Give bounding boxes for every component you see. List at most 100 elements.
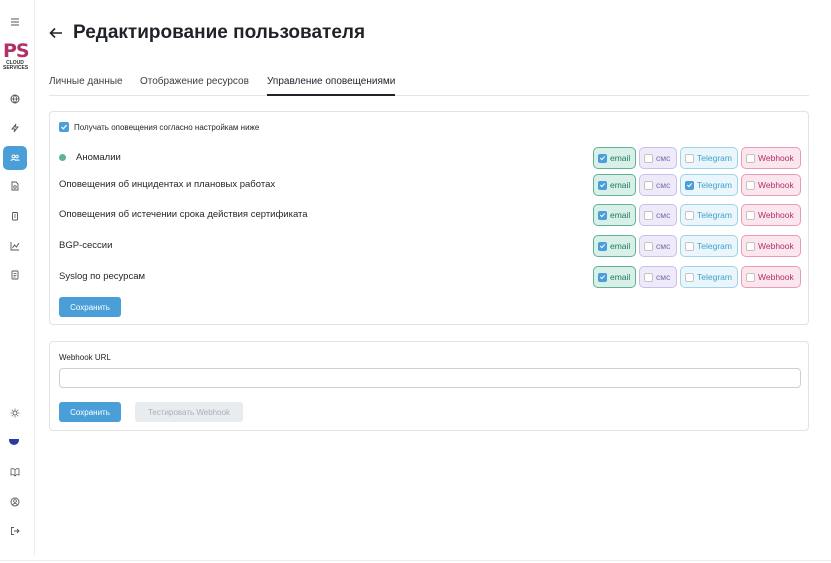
document-search-icon[interactable] [0,174,29,198]
book-icon[interactable] [0,460,29,484]
channel-email-label: email [610,210,631,220]
tab-bar: Личные данные Отображение ресурсов Управ… [49,75,809,96]
tab-notification-management[interactable]: Управление оповещениями [267,75,396,96]
channel-email-checkbox[interactable] [598,272,607,282]
channel-sms-checkbox[interactable] [644,241,653,251]
channel-chips: email смс Telegram Webhook [593,266,801,288]
channel-email-toggle[interactable]: email [593,235,636,257]
webhook-card: Webhook URL Сохранить Тестировать Webhoo… [49,341,809,431]
divider [0,560,831,561]
channel-telegram-checkbox[interactable] [685,241,694,251]
channel-sms-checkbox[interactable] [644,210,653,220]
channel-email-toggle[interactable]: email [593,174,636,196]
channel-webhook-toggle[interactable]: Webhook [741,147,801,169]
channel-email-label: email [610,241,631,251]
tab-resource-display[interactable]: Отображение ресурсов [140,75,249,96]
save-notifications-button[interactable]: Сохранить [59,297,121,317]
channel-telegram-checkbox[interactable] [685,272,694,282]
channel-telegram-toggle[interactable]: Telegram [680,147,738,169]
notification-row-label: Аномалии [76,152,121,163]
channel-webhook-toggle[interactable]: Webhook [741,235,801,257]
channel-chips: email смс Telegram Webhook [593,235,801,257]
channel-email-checkbox[interactable] [598,180,607,190]
users-icon[interactable] [3,146,27,170]
channel-telegram-label: Telegram [697,272,732,282]
channel-sms-checkbox[interactable] [644,272,653,282]
channel-webhook-toggle[interactable]: Webhook [741,266,801,288]
channel-telegram-label: Telegram [697,210,732,220]
channel-chips: email смс Telegram Webhook [593,147,801,169]
notification-row-label: Оповещения об инцидентах и плановых рабо… [59,179,276,190]
channel-chips: email смс Telegram Webhook [593,174,801,196]
channel-email-toggle[interactable]: email [593,204,636,226]
sun-icon[interactable] [0,401,29,425]
channel-telegram-checkbox[interactable] [685,153,694,163]
channel-sms-toggle[interactable]: смс [639,204,677,226]
channel-email-checkbox[interactable] [598,241,607,251]
channel-telegram-toggle[interactable]: Telegram [680,174,738,196]
channel-email-label: email [610,272,631,282]
channel-telegram-toggle[interactable]: Telegram [680,235,738,257]
channel-webhook-checkbox[interactable] [746,153,755,163]
channel-sms-label: смс [656,210,671,220]
channel-webhook-toggle[interactable]: Webhook [741,174,801,196]
brand-logo[interactable]: PS CLOUD SERVICES [3,42,30,71]
channel-telegram-label: Telegram [697,180,732,190]
channel-telegram-checkbox[interactable] [685,210,694,220]
channel-webhook-checkbox[interactable] [746,180,755,190]
channel-telegram-label: Telegram [697,241,732,251]
channel-sms-checkbox[interactable] [644,153,653,163]
channel-telegram-label: Telegram [697,153,732,163]
channel-email-checkbox[interactable] [598,210,607,220]
test-webhook-button[interactable]: Тестировать Webhook [135,402,243,422]
notification-row: Syslog по ресурсам email смс Telegram Webhoo… [59,266,801,288]
channel-webhook-label: Webhook [758,272,794,282]
notification-row-label: BGP-сессии [59,240,113,251]
channel-webhook-toggle[interactable]: Webhook [741,204,801,226]
channel-email-label: email [610,180,631,190]
channel-webhook-label: Webhook [758,153,794,163]
channel-email-checkbox[interactable] [598,153,607,163]
webhook-url-input[interactable] [59,368,801,388]
channel-chips: email смс Telegram Webhook [593,204,801,226]
back-arrow-icon[interactable] [48,25,64,41]
notification-row: Аномалии email смс Telegram Webhook [59,147,801,169]
chart-icon[interactable] [0,234,29,258]
channel-email-toggle[interactable]: email [593,147,636,169]
channel-telegram-toggle[interactable]: Telegram [680,204,738,226]
notification-row: Оповещения об истечении срока действия с… [59,204,801,226]
channel-telegram-checkbox[interactable] [685,180,694,190]
report-icon[interactable] [0,263,29,287]
notification-row-label: Syslog по ресурсам [59,271,146,282]
channel-webhook-checkbox[interactable] [746,272,755,282]
channel-sms-label: смс [656,153,671,163]
channel-webhook-label: Webhook [758,180,794,190]
notification-row: BGP-сессии email смс Telegram Webhook [59,235,801,257]
channel-webhook-label: Webhook [758,241,794,251]
channel-webhook-checkbox[interactable] [746,241,755,251]
channel-sms-checkbox[interactable] [644,180,653,190]
webhook-url-label: Webhook URL [59,353,111,362]
channel-sms-toggle[interactable]: смс [639,266,677,288]
notification-row: Оповещения об инцидентах и плановых рабо… [59,174,801,196]
tab-personal-data[interactable]: Личные данные [49,75,123,96]
save-webhook-button[interactable]: Сохранить [59,402,121,422]
globe-icon[interactable] [0,87,29,111]
lightning-icon[interactable] [0,116,29,140]
master-notification-toggle[interactable]: Получать оповещения согласно настройкам … [59,122,259,132]
channel-webhook-label: Webhook [758,210,794,220]
channel-webhook-checkbox[interactable] [746,210,755,220]
channel-sms-toggle[interactable]: смс [639,147,677,169]
clipboard-icon[interactable] [0,204,29,228]
menu-icon[interactable] [0,10,29,34]
channel-telegram-toggle[interactable]: Telegram [680,266,738,288]
master-checkbox[interactable] [59,122,69,132]
notification-row-label: Оповещения об истечении срока действия с… [59,209,308,220]
channel-sms-label: смс [656,180,671,190]
logout-icon[interactable] [0,519,29,543]
user-circle-icon[interactable] [0,490,29,514]
channel-sms-toggle[interactable]: смс [639,174,677,196]
channel-email-toggle[interactable]: email [593,266,636,288]
channel-sms-toggle[interactable]: смс [639,235,677,257]
language-flag-icon[interactable] [9,439,19,445]
